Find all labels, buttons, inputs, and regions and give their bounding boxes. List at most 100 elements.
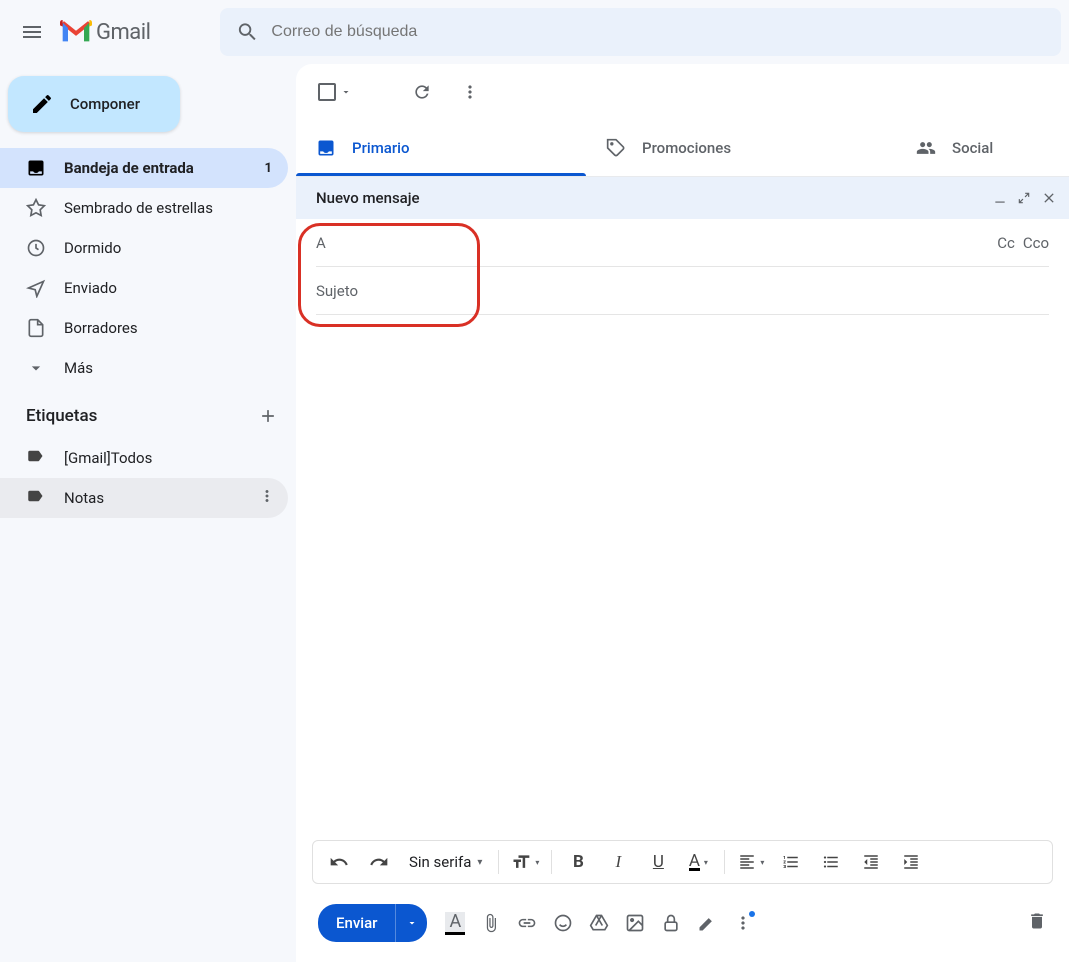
indent-more-button[interactable] <box>893 844 929 880</box>
compose-panel: Nuevo mensaje A Cc Cco Sujeto <box>296 177 1069 962</box>
undo-button[interactable] <box>321 844 357 880</box>
bold-button[interactable]: B <box>560 844 596 880</box>
bulleted-list-button[interactable] <box>813 844 849 880</box>
to-label: A <box>316 234 326 252</box>
search-bar[interactable] <box>220 8 1061 56</box>
numbered-list-icon <box>782 853 800 871</box>
main-menu-button[interactable] <box>8 8 56 56</box>
attachment-icon <box>481 913 501 933</box>
minimize-button[interactable] <box>993 190 1007 206</box>
hamburger-icon <box>20 20 44 44</box>
indent-less-button[interactable] <box>853 844 889 880</box>
expand-button[interactable] <box>1017 190 1031 206</box>
close-button[interactable] <box>1041 190 1057 206</box>
text-size-icon <box>511 852 531 872</box>
tab-social[interactable]: Social <box>896 120 1069 176</box>
divider <box>551 850 552 874</box>
label-text: [Gmail]Todos <box>64 449 276 467</box>
more-vert-icon <box>460 82 480 102</box>
lock-clock-icon <box>661 913 681 933</box>
send-label: Enviar <box>318 914 395 932</box>
emoji-icon <box>553 913 573 933</box>
bulleted-list-icon <box>822 853 840 871</box>
font-select[interactable]: Sin serifa ▾ <box>401 853 490 871</box>
bcc-button[interactable]: Cco <box>1023 234 1049 252</box>
align-button[interactable] <box>733 844 769 880</box>
sidebar-item-starred[interactable]: Sembrado de estrellas <box>0 188 288 228</box>
sidebar-item-snoozed[interactable]: Dormido <box>0 228 288 268</box>
insert-image-button[interactable] <box>625 913 645 933</box>
image-icon <box>625 913 645 933</box>
underline-button[interactable]: U <box>640 844 676 880</box>
sidebar-item-inbox[interactable]: Bandeja de entrada 1 <box>0 148 288 188</box>
minimize-icon <box>993 191 1007 205</box>
search-input[interactable] <box>271 23 1045 41</box>
tab-primary-label: Primario <box>352 139 410 157</box>
main-content: Primario Promociones Social Nuevo mensaj… <box>296 64 1069 962</box>
tab-primary[interactable]: Primario <box>296 120 586 176</box>
to-field-row[interactable]: A Cc Cco <box>316 219 1049 267</box>
formatting-toolbar: Sin serifa ▾ B I U A <box>312 840 1053 884</box>
search-icon <box>236 20 259 44</box>
redo-button[interactable] <box>361 844 397 880</box>
toolbar <box>296 64 1069 120</box>
send-button[interactable]: Enviar <box>318 904 427 942</box>
send-icon <box>26 278 46 298</box>
font-size-button[interactable] <box>507 844 543 880</box>
checkbox-icon <box>318 83 336 101</box>
label-icon <box>26 447 46 469</box>
plus-icon[interactable] <box>258 406 278 426</box>
people-icon <box>916 138 936 158</box>
tag-icon <box>606 138 626 158</box>
cc-button[interactable]: Cc <box>997 234 1015 252</box>
redo-icon <box>369 852 389 872</box>
dropdown-arrow-icon <box>340 86 352 98</box>
more-options-button[interactable] <box>733 913 753 933</box>
compose-button[interactable]: Componer <box>8 76 180 132</box>
inbox-tab-icon <box>316 138 336 158</box>
text-color-button[interactable]: A <box>680 844 716 880</box>
tab-promotions[interactable]: Promociones <box>586 120 896 176</box>
sidebar-item-sent[interactable]: Enviado <box>0 268 288 308</box>
font-name: Sin serifa <box>409 853 471 871</box>
indent-less-icon <box>862 853 880 871</box>
drive-icon <box>589 913 609 933</box>
select-all-checkbox[interactable] <box>312 79 358 105</box>
sidebar-item-drafts[interactable]: Borradores <box>0 308 288 348</box>
inbox-label: Bandeja de entrada <box>64 159 265 177</box>
indent-more-icon <box>902 853 920 871</box>
star-icon <box>26 198 46 218</box>
compose-body[interactable] <box>296 315 1069 840</box>
label-item-gmail-todos[interactable]: [Gmail]Todos <box>0 438 288 478</box>
gmail-logo[interactable]: Gmail <box>56 20 150 45</box>
compose-title: Nuevo mensaje <box>316 189 420 207</box>
discard-draft-button[interactable] <box>1027 911 1047 935</box>
subject-field-row[interactable]: Sujeto <box>316 267 1049 315</box>
emoji-button[interactable] <box>553 913 573 933</box>
document-icon <box>26 318 46 338</box>
sidebar-item-more[interactable]: Más <box>0 348 288 388</box>
formatting-toggle-button[interactable]: A <box>445 912 465 935</box>
more-menu-button[interactable] <box>450 72 490 112</box>
sent-label: Enviado <box>64 279 276 297</box>
labels-title: Etiquetas <box>26 406 97 426</box>
compose-label: Componer <box>70 95 140 113</box>
expand-icon <box>1017 191 1031 205</box>
pen-icon <box>697 913 717 933</box>
close-icon <box>1041 190 1057 206</box>
numbered-list-button[interactable] <box>773 844 809 880</box>
drafts-label: Borradores <box>64 319 276 337</box>
label-item-notas[interactable]: Notas <box>0 478 288 518</box>
drive-button[interactable] <box>589 913 609 933</box>
align-icon <box>738 853 756 871</box>
label-more-button[interactable] <box>258 487 276 509</box>
send-options-dropdown[interactable] <box>395 904 427 942</box>
inbox-icon <box>26 158 46 178</box>
italic-button[interactable]: I <box>600 844 636 880</box>
signature-button[interactable] <box>697 913 717 933</box>
refresh-button[interactable] <box>402 72 442 112</box>
confidential-button[interactable] <box>661 913 681 933</box>
attach-button[interactable] <box>481 913 501 933</box>
divider <box>498 850 499 874</box>
link-button[interactable] <box>517 913 537 933</box>
